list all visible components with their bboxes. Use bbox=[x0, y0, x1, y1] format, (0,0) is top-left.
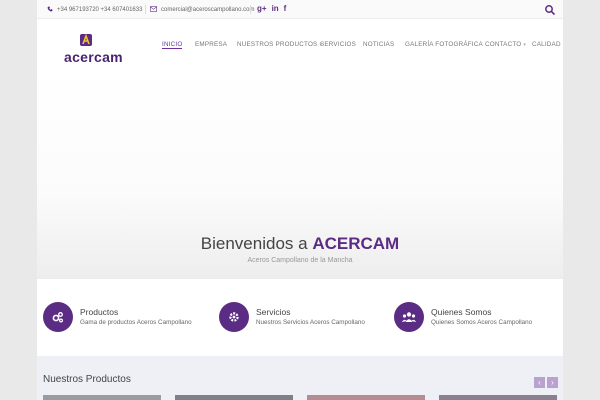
nav-item-calidad[interactable]: CALIDAD bbox=[532, 41, 561, 48]
hero-subtitle: Aceros Campollano de la Mancha bbox=[247, 257, 353, 264]
email-contact[interactable]: comercial@aceroscampollano.com bbox=[150, 5, 254, 15]
nav-item-contacto[interactable]: CONTACTO ▾ bbox=[485, 41, 526, 48]
divider bbox=[250, 5, 251, 14]
feature-desc: Gama de productos Aceros Campollano bbox=[80, 319, 192, 326]
carousel-next-button[interactable]: › bbox=[547, 377, 558, 388]
facebook-icon[interactable]: f bbox=[284, 3, 287, 15]
phone-icon bbox=[47, 6, 53, 14]
logo[interactable]: acercam bbox=[61, 33, 123, 67]
email-text: comercial@aceroscampollano.com bbox=[161, 7, 255, 13]
chevron-down-icon: ▾ bbox=[523, 42, 527, 48]
nav-item-empresa[interactable]: EMPRESA bbox=[195, 41, 227, 48]
feature-title: Servicios bbox=[256, 307, 291, 317]
divider bbox=[145, 5, 146, 14]
linkedin-icon[interactable]: in bbox=[272, 3, 279, 15]
logo-mark-icon bbox=[79, 33, 93, 47]
nav-item-noticias[interactable]: NOTICIAS bbox=[363, 41, 394, 48]
nav-item-label: CONTACTO bbox=[485, 41, 522, 48]
feature-title: Quienes Somos bbox=[431, 307, 492, 317]
products-section: Nuestros Productos ‹ › bbox=[37, 356, 563, 400]
product-thumbnail[interactable] bbox=[439, 395, 557, 400]
envelope-icon bbox=[150, 6, 157, 14]
features-section: Productos Gama de productos Aceros Campo… bbox=[37, 279, 563, 356]
hero-title-prefix: Bienvenidos a bbox=[200, 234, 308, 253]
users-icon bbox=[394, 302, 424, 332]
feature-desc: Quienes Somos Aceros Campollano bbox=[431, 319, 533, 326]
nav-item-inicio[interactable]: INICIO bbox=[162, 41, 182, 48]
product-thumbnail[interactable] bbox=[307, 395, 425, 400]
hero-banner: Bienvenidos a ACERCAM Aceros Campollano … bbox=[37, 71, 563, 279]
hero-title-brand: ACERCAM bbox=[312, 234, 400, 253]
nav-item-galeria[interactable]: GALERÍA FOTOGRÁFICA bbox=[405, 41, 483, 48]
carousel-prev-button[interactable]: ‹ bbox=[534, 377, 545, 388]
phone-text: +34 967193720 +34 607401633 bbox=[57, 7, 143, 13]
social-links: g+ in f bbox=[257, 3, 286, 15]
feature-desc: Nuestros Servicios Aceros Campollano bbox=[256, 319, 365, 326]
active-nav-indicator bbox=[162, 48, 182, 49]
page: +34 967193720 +34 607401633 comercial@ac… bbox=[37, 0, 563, 400]
feature-title: Productos bbox=[80, 307, 119, 317]
products-title: Nuestros Productos bbox=[43, 374, 131, 385]
gears-icon bbox=[43, 302, 73, 332]
top-bar: +34 967193720 +34 607401633 comercial@ac… bbox=[37, 0, 563, 19]
nav-item-servicios[interactable]: SERVICIOS bbox=[320, 41, 356, 48]
product-thumbnail[interactable] bbox=[43, 395, 161, 400]
logo-text: acercam bbox=[64, 49, 123, 65]
search-icon[interactable] bbox=[544, 3, 556, 16]
nav-item-nuestros-productos[interactable]: NUESTROS PRODUCTOS ▾ bbox=[237, 41, 322, 48]
hero-title: Bienvenidos a ACERCAM bbox=[37, 234, 563, 254]
header: acercam INICIO EMPRESA NUESTROS PRODUCTO… bbox=[37, 19, 563, 71]
phone-contact: +34 967193720 +34 607401633 bbox=[47, 5, 142, 15]
google-plus-icon[interactable]: g+ bbox=[257, 3, 267, 15]
product-thumbnail[interactable] bbox=[175, 395, 293, 400]
nav-item-label: NUESTROS PRODUCTOS bbox=[237, 41, 318, 48]
gear-icon bbox=[219, 302, 249, 332]
